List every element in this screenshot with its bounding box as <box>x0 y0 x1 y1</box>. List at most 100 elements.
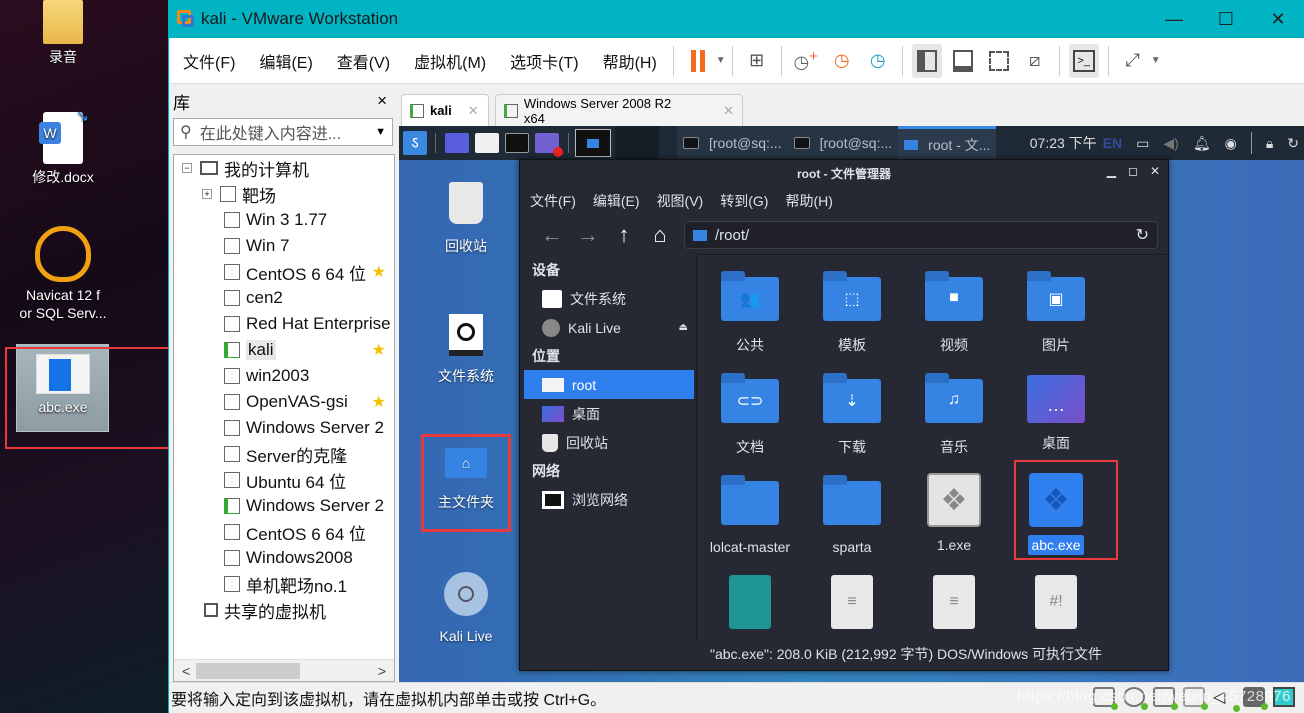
fm-icon-view[interactable]: 👥 公共 ⬚ 模板 ■ 视频 ▣ 图片 ⊂⊃ 文档 ⇣ 下载 ♫ 音乐… 桌面 lolcat-master sp… <box>696 254 1166 640</box>
file-item[interactable]: ⇣ 下载 <box>801 371 903 457</box>
collapse-icon[interactable]: − <box>182 163 192 173</box>
file-item[interactable]: ■ 视频 <box>903 269 1005 355</box>
forward-button[interactable]: → <box>570 222 606 248</box>
unity-button[interactable]: ⧄ <box>1020 44 1050 78</box>
close-button[interactable]: ✕ <box>1252 9 1304 30</box>
show-desktop-icon[interactable] <box>445 133 469 153</box>
snapshot-manager-button[interactable]: ◷ <box>863 44 893 78</box>
menu-edit[interactable]: 编辑(E) <box>245 49 322 73</box>
library-close-button[interactable]: × <box>377 91 387 111</box>
sidebar-item-root[interactable]: root <box>524 370 694 399</box>
menu-view[interactable]: 查看(V) <box>323 49 400 73</box>
thumbnail-bar-button[interactable] <box>948 44 978 78</box>
fm-menu-help[interactable]: 帮助(H) <box>785 191 832 211</box>
file-item[interactable]: ≡ <box>903 575 1005 639</box>
tree-my-computer[interactable]: − 我的计算机 <box>174 155 394 181</box>
task-terminal-1[interactable]: [root@sq:... <box>677 126 788 160</box>
sidebar-item-kali-live[interactable]: Kali Live ⏏ <box>524 313 694 342</box>
maximize-button[interactable]: ☐ <box>1200 9 1252 30</box>
console-button[interactable]: >_ <box>1068 43 1099 78</box>
tree-vm-item[interactable]: Windows Server 2 <box>174 415 394 441</box>
screen-recorder-icon[interactable] <box>535 133 563 157</box>
power-manager-icon[interactable]: ◉ <box>1225 135 1237 152</box>
search-dropdown-icon[interactable]: ▼ <box>375 126 386 138</box>
fm-maximize-button[interactable]: ◻ <box>1128 164 1138 178</box>
home-button[interactable]: ⌂ <box>642 222 678 248</box>
file-item[interactable]: ≡ <box>801 575 903 639</box>
pause-button[interactable] <box>683 44 713 78</box>
menu-vm[interactable]: 虚拟机(M) <box>400 49 496 73</box>
file-item[interactable]: ♫ 音乐 <box>903 371 1005 457</box>
tree-vm-item[interactable]: Ubuntu 64 位 <box>174 467 394 493</box>
file-item[interactable]: ❖ 1.exe <box>903 473 1005 553</box>
scrollbar-thumb[interactable] <box>196 663 300 679</box>
tree-vm-item[interactable]: 单机靶场no.1 <box>174 571 394 597</box>
tab-close-icon[interactable]: ✕ <box>723 103 734 119</box>
tree-vm-item[interactable]: + 靶场 <box>174 181 394 207</box>
file-manager-launcher-icon[interactable] <box>475 133 499 153</box>
snapshot-revert-button[interactable]: ◷ <box>827 44 857 78</box>
back-button[interactable]: ← <box>534 222 570 248</box>
menu-tabs[interactable]: 选项卡(T) <box>496 49 588 73</box>
tree-vm-item[interactable]: kali ★ <box>174 337 394 363</box>
file-item[interactable]: #! <box>1005 575 1107 639</box>
clock[interactable]: 07:23 下午 <box>1030 133 1097 153</box>
up-button[interactable]: ↑ <box>606 222 642 248</box>
horizontal-scrollbar[interactable]: < > <box>174 659 394 681</box>
fullscreen-button[interactable] <box>984 44 1014 78</box>
sidebar-item-desktop[interactable]: 桌面 <box>524 399 694 428</box>
file-item[interactable] <box>699 575 801 639</box>
stretch-dropdown-icon[interactable]: ▼ <box>1151 55 1161 66</box>
tree-vm-item[interactable]: Windows Server 2 <box>174 493 394 519</box>
fm-close-button[interactable]: ✕ <box>1150 164 1160 178</box>
scroll-right-icon[interactable]: > <box>378 663 386 679</box>
keyboard-layout[interactable]: EN <box>1103 135 1122 151</box>
workspace-1[interactable] <box>575 129 611 157</box>
snapshot-take-button[interactable]: ◷+ <box>791 44 821 78</box>
sidebar-item-trash[interactable]: 回收站 <box>524 428 694 457</box>
scroll-left-icon[interactable]: < <box>182 663 190 679</box>
fm-menu-go[interactable]: 转到(G) <box>720 191 768 211</box>
fm-menu-view[interactable]: 视图(V) <box>657 191 704 211</box>
file-item[interactable]: ⬚ 模板 <box>801 269 903 355</box>
file-item[interactable]: 👥 公共 <box>699 269 801 355</box>
pause-dropdown-icon[interactable]: ▼ <box>716 55 726 66</box>
terminal-launcher-icon[interactable] <box>505 133 529 153</box>
file-item[interactable]: … 桌面 <box>1005 371 1107 453</box>
reload-icon[interactable]: ↻ <box>1136 225 1149 245</box>
tree-vm-item[interactable]: CentOS 6 64 位 ★ <box>174 259 394 285</box>
tree-vm-item[interactable]: Windows2008 <box>174 545 394 571</box>
kali-desktop-trash[interactable]: 回收站 <box>411 182 521 256</box>
menu-file[interactable]: 文件(F) <box>169 49 245 73</box>
minimize-button[interactable]: — <box>1148 9 1200 30</box>
expand-icon[interactable]: + <box>202 189 212 199</box>
file-item[interactable]: ⊂⊃ 文档 <box>699 371 801 457</box>
tree-vm-item[interactable]: CentOS 6 64 位 <box>174 519 394 545</box>
kali-menu-icon[interactable]: ऽ <box>403 131 427 155</box>
notification-bell-icon[interactable]: 🔔︎ <box>1193 135 1211 152</box>
fm-menu-file[interactable]: 文件(F) <box>530 191 576 211</box>
tree-vm-item[interactable]: Win 3 1.77 <box>174 207 394 233</box>
tree-vm-item[interactable]: win2003 <box>174 363 394 389</box>
tree-vm-item[interactable]: cen2 <box>174 285 394 311</box>
desktop-icon-navicat[interactable]: Navicat 12 f or SQL Serv... <box>10 226 116 322</box>
task-file-manager[interactable]: root - 文... <box>898 126 997 160</box>
sidebar-item-browse-network[interactable]: 浏览网络 <box>524 485 694 514</box>
tree-vm-item[interactable]: Win 7 <box>174 233 394 259</box>
tree-vm-item[interactable]: Server的克隆 <box>174 441 394 467</box>
desktop-icon-recording[interactable]: 录音 <box>10 0 116 66</box>
display-icon[interactable]: ▭ <box>1136 135 1149 152</box>
fm-menu-edit[interactable]: 编辑(E) <box>593 191 640 211</box>
tab-windows-server[interactable]: Windows Server 2008 R2 x64 ✕ <box>495 94 743 126</box>
kali-vm-display[interactable]: ऽ [root@sq:... [root@sq:... root - 文... … <box>399 126 1304 682</box>
send-ctrl-alt-del-button[interactable]: ⊞ <box>742 44 772 78</box>
desktop-icon-docx[interactable]: W ↘ 修改.docx <box>10 108 116 186</box>
file-item[interactable]: ▣ 图片 <box>1005 269 1107 355</box>
tab-close-icon[interactable]: ✕ <box>468 103 479 119</box>
logout-icon[interactable]: ↻ <box>1287 135 1299 152</box>
tree-vm-item[interactable]: Red Hat Enterprise <box>174 311 394 337</box>
lock-icon[interactable]: 🔒︎ <box>1266 135 1273 152</box>
library-search-input[interactable]: ⚲ 在此处键入内容进... ▼ <box>173 118 393 146</box>
kali-desktop-kali-live[interactable]: Kali Live <box>411 572 521 644</box>
menu-help[interactable]: 帮助(H) <box>589 49 667 73</box>
